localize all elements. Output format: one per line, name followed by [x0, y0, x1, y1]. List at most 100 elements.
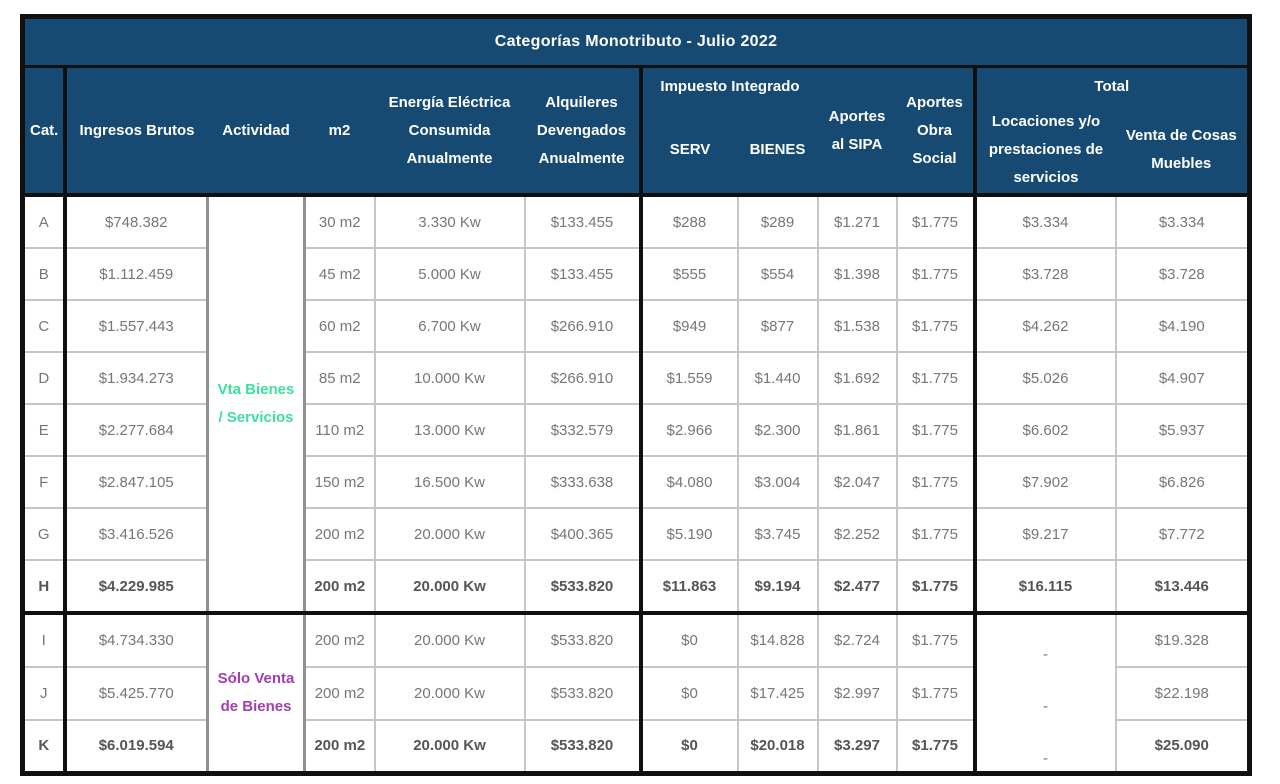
cell-energia: 20.000 Kw: [375, 667, 525, 720]
cell-bienes: $20.018: [738, 720, 818, 774]
cell-locaciones: $4.262: [975, 300, 1116, 352]
cell-ingresos: $2.277.684: [65, 404, 208, 456]
cell-energia: 20.000 Kw: [375, 720, 525, 774]
dash-placeholder: -: [977, 719, 1115, 771]
cell-alquileres: $133.455: [525, 248, 641, 300]
cell-sipa: $1.538: [818, 300, 897, 352]
cell-bienes: $3.745: [738, 508, 818, 560]
cell-locaciones: $3.334: [975, 195, 1116, 248]
cell-serv: $949: [641, 300, 738, 352]
header-alquileres: Alquileres Devengados Anualmente: [525, 67, 641, 196]
header-total: Total: [975, 67, 1250, 107]
activity-label-line: de Bienes: [213, 693, 299, 722]
cell-energia: 20.000 Kw: [375, 613, 525, 667]
cell-serv: $288: [641, 195, 738, 248]
dash-placeholder: -: [977, 615, 1115, 667]
cell-cat: H: [23, 560, 65, 613]
cell-venta: $3.334: [1116, 195, 1250, 248]
table-row: G $3.416.526 200 m2 20.000 Kw $400.365 $…: [23, 508, 1250, 560]
cell-obra-social: $1.775: [897, 508, 975, 560]
table-row: H $4.229.985 200 m2 20.000 Kw $533.820 $…: [23, 560, 1250, 613]
header-ingresos-brutos: Ingresos Brutos: [65, 67, 208, 196]
cell-obra-social: $1.775: [897, 560, 975, 613]
cell-m2: 110 m2: [305, 404, 375, 456]
table-row: B $1.112.459 45 m2 5.000 Kw $133.455 $55…: [23, 248, 1250, 300]
cell-alquileres: $266.910: [525, 352, 641, 404]
cell-serv: $2.966: [641, 404, 738, 456]
cell-bienes: $1.440: [738, 352, 818, 404]
cell-locaciones: $5.026: [975, 352, 1116, 404]
cell-ingresos: $2.847.105: [65, 456, 208, 508]
cell-venta: $25.090: [1116, 720, 1250, 774]
cell-alquileres: $266.910: [525, 300, 641, 352]
title-bar: Categorías Monotributo - Julio 2022: [23, 17, 1250, 67]
cell-obra-social: $1.775: [897, 720, 975, 774]
cell-ingresos: $6.019.594: [65, 720, 208, 774]
header-impuesto-integrado: Impuesto Integrado: [641, 67, 818, 107]
cell-locaciones: $3.728: [975, 248, 1116, 300]
cell-venta: $3.728: [1116, 248, 1250, 300]
cell-sipa: $2.252: [818, 508, 897, 560]
cell-serv: $555: [641, 248, 738, 300]
cell-energia: 5.000 Kw: [375, 248, 525, 300]
cell-bienes: $554: [738, 248, 818, 300]
cell-cat: D: [23, 352, 65, 404]
cell-bienes: $2.300: [738, 404, 818, 456]
cell-venta: $4.907: [1116, 352, 1250, 404]
cell-ingresos: $4.229.985: [65, 560, 208, 613]
cell-venta: $13.446: [1116, 560, 1250, 613]
cell-m2: 200 m2: [305, 508, 375, 560]
cell-sipa: $2.477: [818, 560, 897, 613]
cell-venta: $5.937: [1116, 404, 1250, 456]
cell-obra-social: $1.775: [897, 195, 975, 248]
cell-m2: 85 m2: [305, 352, 375, 404]
cell-energia: 13.000 Kw: [375, 404, 525, 456]
cell-cat: E: [23, 404, 65, 456]
cell-alquileres: $333.638: [525, 456, 641, 508]
page-title: Categorías Monotributo - Julio 2022: [23, 17, 1250, 67]
cell-ingresos: $1.112.459: [65, 248, 208, 300]
cell-bienes: $877: [738, 300, 818, 352]
cell-energia: 20.000 Kw: [375, 508, 525, 560]
cell-obra-social: $1.775: [897, 456, 975, 508]
cell-m2: 45 m2: [305, 248, 375, 300]
cell-serv: $1.559: [641, 352, 738, 404]
cell-alquileres: $533.820: [525, 667, 641, 720]
activity-group-bienes: Sólo Venta de Bienes: [208, 613, 305, 774]
cell-locaciones-empty: - - -: [975, 613, 1116, 774]
cell-serv: $5.190: [641, 508, 738, 560]
header-bienes: BIENES: [738, 106, 818, 195]
cell-serv: $0: [641, 667, 738, 720]
header-cat: Cat.: [23, 67, 65, 196]
cell-cat: B: [23, 248, 65, 300]
table-row: I $4.734.330 Sólo Venta de Bienes 200 m2…: [23, 613, 1250, 667]
header-m2: m2: [305, 67, 375, 196]
cell-m2: 200 m2: [305, 720, 375, 774]
cell-cat: J: [23, 667, 65, 720]
table-row: C $1.557.443 60 m2 6.700 Kw $266.910 $94…: [23, 300, 1250, 352]
cell-serv: $0: [641, 720, 738, 774]
table-body: A $748.382 Vta Bienes / Servicios 30 m2 …: [23, 195, 1250, 774]
cell-bienes: $3.004: [738, 456, 818, 508]
cell-locaciones: $16.115: [975, 560, 1116, 613]
table-header: Categorías Monotributo - Julio 2022 Cat.…: [23, 17, 1250, 196]
activity-group-servicios: Vta Bienes / Servicios: [208, 195, 305, 613]
header-aportes-sipa: Aportes al SIPA: [818, 67, 897, 196]
cell-sipa: $1.271: [818, 195, 897, 248]
cell-cat: I: [23, 613, 65, 667]
cell-alquileres: $133.455: [525, 195, 641, 248]
header-actividad: Actividad: [208, 67, 305, 196]
cell-obra-social: $1.775: [897, 613, 975, 667]
cell-m2: 200 m2: [305, 613, 375, 667]
cell-obra-social: $1.775: [897, 667, 975, 720]
cell-bienes: $289: [738, 195, 818, 248]
cell-venta: $6.826: [1116, 456, 1250, 508]
cell-obra-social: $1.775: [897, 248, 975, 300]
cell-sipa: $3.297: [818, 720, 897, 774]
cell-m2: 60 m2: [305, 300, 375, 352]
cell-m2: 30 m2: [305, 195, 375, 248]
cell-energia: 10.000 Kw: [375, 352, 525, 404]
cell-alquileres: $533.820: [525, 560, 641, 613]
cell-bienes: $14.828: [738, 613, 818, 667]
cell-obra-social: $1.775: [897, 300, 975, 352]
